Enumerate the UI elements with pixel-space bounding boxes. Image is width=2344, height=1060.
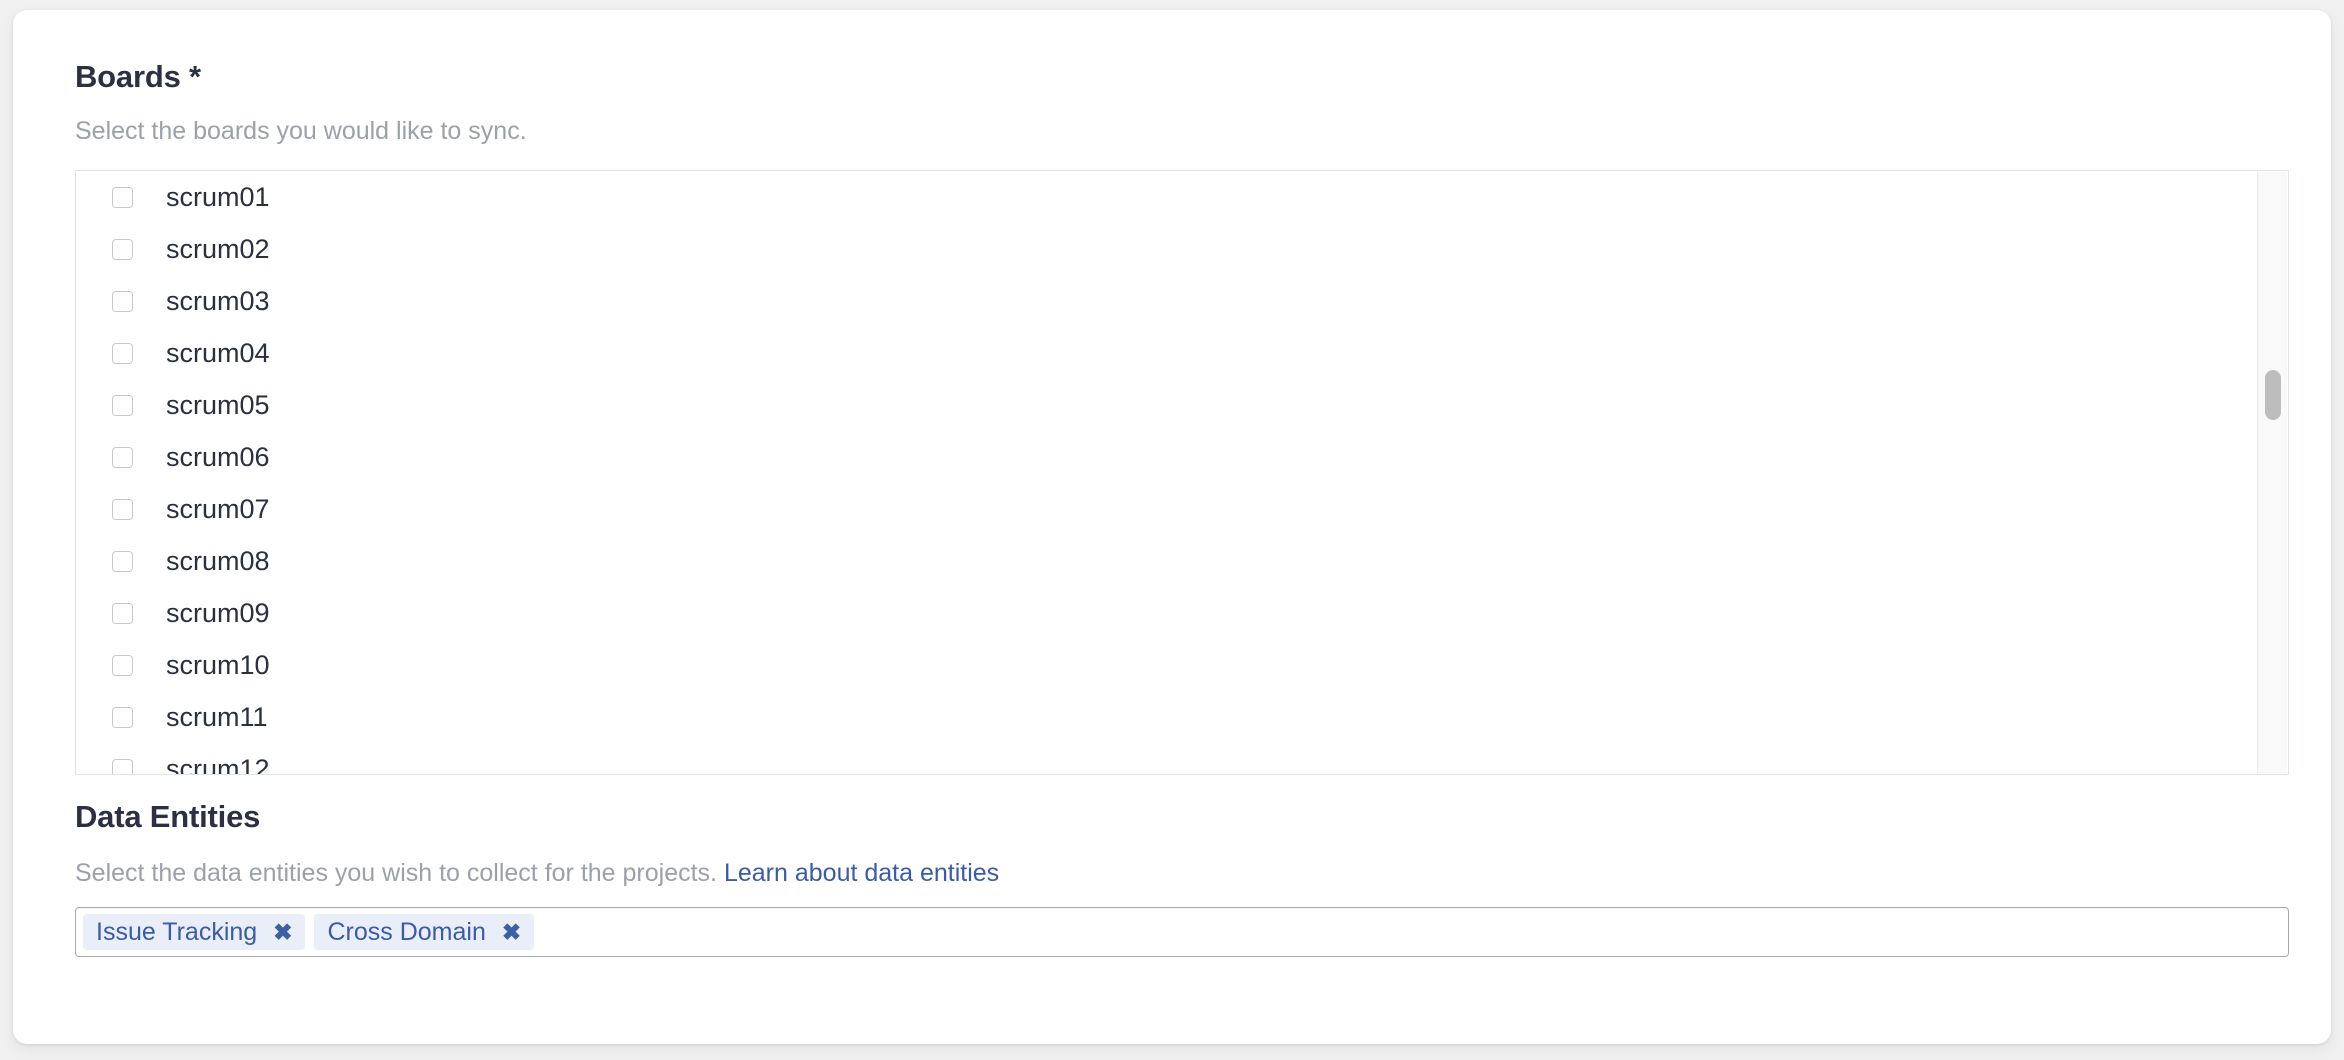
board-list-item[interactable]: scrum07: [76, 483, 2258, 535]
boards-section-header: Boards * Select the boards you would lik…: [75, 59, 2288, 146]
close-icon[interactable]: ✖: [273, 920, 292, 944]
boards-scrollbar-track[interactable]: [2257, 172, 2287, 774]
board-list-item[interactable]: scrum03: [76, 275, 2258, 327]
board-checkbox[interactable]: [112, 498, 133, 520]
board-item-label: scrum08: [166, 545, 270, 576]
board-checkbox[interactable]: [112, 654, 133, 676]
boards-list-container[interactable]: scrum01 scrum02 scrum03 scrum04 scrum05 scrum…: [75, 170, 2289, 775]
close-icon[interactable]: ✖: [502, 920, 521, 944]
boards-scroll-area[interactable]: scrum01 scrum02 scrum03 scrum04 scrum05 scrum…: [76, 171, 2258, 774]
data-entities-chips-input[interactable]: Issue Tracking ✖ Cross Domain ✖: [75, 907, 2289, 957]
settings-card: Boards * Select the boards you would lik…: [13, 10, 2331, 1044]
data-entities-section-description: Select the data entities you wish to col…: [75, 858, 999, 888]
board-item-label: scrum05: [166, 389, 270, 420]
board-list-item[interactable]: scrum04: [76, 327, 2258, 379]
data-entity-chip-label: Cross Domain: [327, 917, 486, 946]
boards-section-title: Boards *: [75, 59, 201, 94]
board-list-item[interactable]: scrum06: [76, 431, 2258, 483]
board-checkbox[interactable]: [112, 758, 133, 774]
board-list-item[interactable]: scrum02: [76, 223, 2258, 275]
board-checkbox[interactable]: [112, 342, 133, 364]
data-entities-section-title: Data Entities: [75, 799, 261, 834]
board-item-label: scrum06: [166, 441, 270, 472]
data-entity-chip-label: Issue Tracking: [96, 917, 258, 946]
board-checkbox[interactable]: [112, 186, 133, 208]
board-item-label: scrum03: [166, 285, 270, 316]
page-background: Boards * Select the boards you would lik…: [0, 0, 2344, 1060]
board-item-label: scrum09: [166, 597, 270, 628]
board-item-label: scrum01: [166, 181, 270, 212]
board-item-label: scrum04: [166, 337, 270, 368]
board-checkbox[interactable]: [112, 290, 133, 312]
boards-section-description: Select the boards you would like to sync…: [75, 117, 527, 146]
board-list-item[interactable]: scrum05: [76, 379, 2258, 431]
data-entity-chip[interactable]: Issue Tracking ✖: [83, 914, 306, 950]
learn-about-data-entities-link[interactable]: Learn about data entities: [724, 859, 999, 887]
board-item-label: scrum12: [166, 753, 270, 774]
boards-scrollbar-thumb[interactable]: [2265, 370, 2281, 420]
board-list-item[interactable]: scrum10: [76, 639, 2258, 691]
board-list-item[interactable]: scrum09: [76, 587, 2258, 639]
board-checkbox[interactable]: [112, 446, 133, 468]
board-item-label: scrum02: [166, 233, 270, 264]
board-checkbox[interactable]: [112, 238, 133, 260]
board-checkbox[interactable]: [112, 394, 133, 416]
board-list-item[interactable]: scrum01: [76, 171, 2258, 223]
board-list-item[interactable]: scrum08: [76, 535, 2258, 587]
data-entity-chip[interactable]: Cross Domain ✖: [314, 914, 535, 950]
board-item-label: scrum07: [166, 493, 270, 524]
board-checkbox[interactable]: [112, 550, 133, 572]
board-checkbox[interactable]: [112, 706, 133, 728]
board-item-label: scrum11: [166, 701, 268, 732]
board-item-label: scrum10: [166, 649, 270, 680]
board-checkbox[interactable]: [112, 602, 133, 624]
data-entities-description-text: Select the data entities you wish to col…: [75, 859, 718, 887]
board-list-item[interactable]: scrum11: [76, 691, 2258, 743]
data-entities-section-header: Data Entities: [75, 799, 261, 834]
board-list-item[interactable]: scrum12: [76, 743, 2258, 774]
